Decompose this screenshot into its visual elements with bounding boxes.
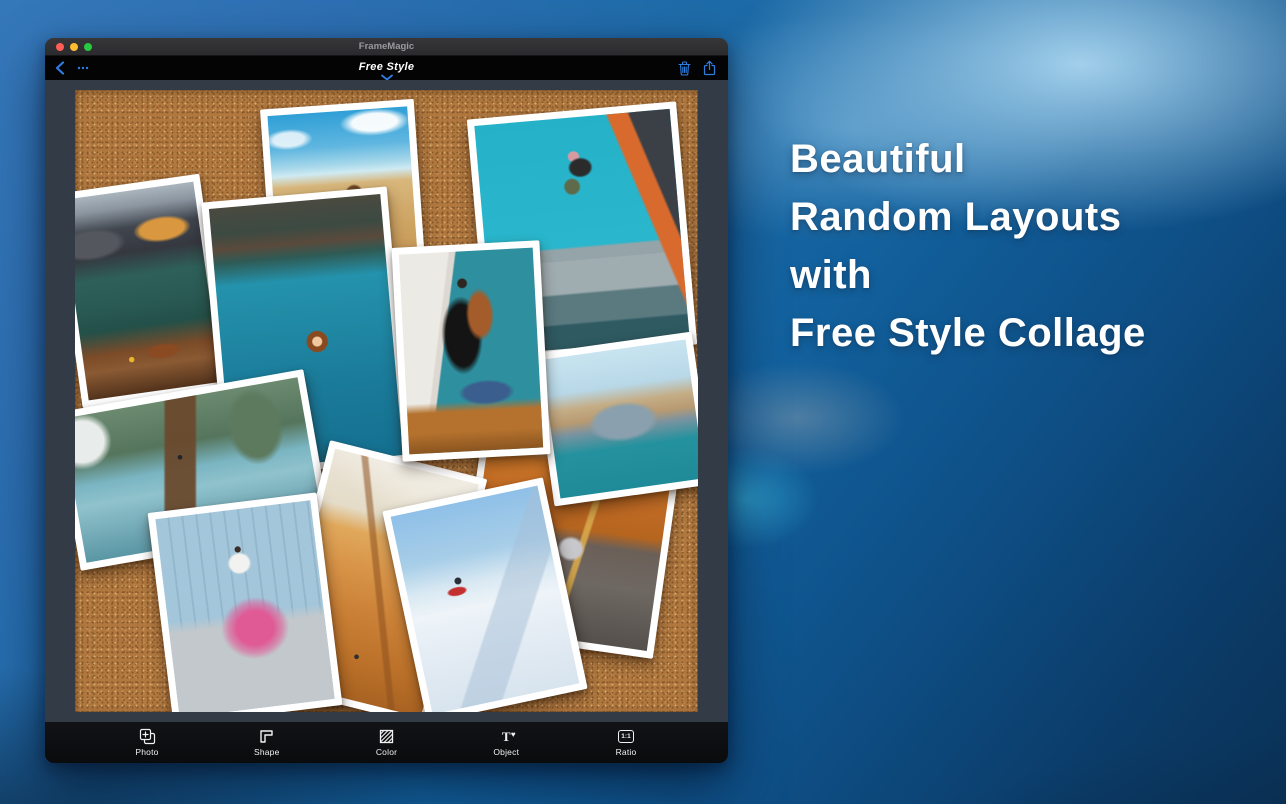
window-titlebar[interactable]: FrameMagic [45, 38, 728, 56]
shape-tool-button[interactable]: Shape [245, 728, 289, 757]
marketing-line: with [790, 246, 1146, 304]
marketing-line: Random Layouts [790, 188, 1146, 246]
mode-selector[interactable]: Free Style [45, 57, 728, 81]
photo-man-kissing-dog[interactable] [392, 240, 551, 461]
tool-label: Color [376, 747, 397, 757]
tool-label: Shape [254, 747, 280, 757]
object-tool-button[interactable]: T ♥ Object [484, 728, 528, 757]
tool-label: Ratio [616, 747, 637, 757]
text-heart-icon: T ♥ [502, 728, 511, 745]
share-icon [703, 60, 716, 76]
aspect-ratio-icon: 1:1 [618, 728, 634, 745]
tool-label: Photo [135, 747, 158, 757]
trash-icon [678, 61, 691, 76]
marketing-line: Free Style Collage [790, 304, 1146, 362]
heart-icon: ♥ [511, 731, 516, 739]
editor-content [45, 80, 728, 722]
photo-louvre-pyramid[interactable] [533, 332, 698, 507]
hatched-swatch-icon [379, 728, 394, 745]
share-button[interactable] [703, 60, 716, 76]
color-tool-button[interactable]: Color [365, 728, 409, 757]
photo-color-powder-skater[interactable] [148, 492, 343, 712]
desktop-background: Beautiful Random Layouts with Free Style… [0, 0, 1286, 804]
bottom-toolbar: Photo Shape Color T ♥ Object [45, 722, 728, 763]
window-title: FrameMagic [45, 41, 728, 52]
mode-title: Free Style [359, 61, 415, 73]
navigation-bar: Free Style [45, 56, 728, 80]
delete-button[interactable] [678, 61, 691, 76]
marketing-text: Beautiful Random Layouts with Free Style… [790, 130, 1146, 362]
photo-tool-button[interactable]: Photo [125, 728, 169, 757]
corkboard-canvas[interactable] [75, 90, 698, 712]
frame-corner-icon [259, 728, 274, 745]
marketing-line: Beautiful [790, 130, 1146, 188]
app-window: FrameMagic Free Style [45, 38, 728, 763]
tool-label: Object [493, 747, 519, 757]
add-photo-icon [139, 728, 156, 745]
ratio-tool-button[interactable]: 1:1 Ratio [604, 728, 648, 757]
